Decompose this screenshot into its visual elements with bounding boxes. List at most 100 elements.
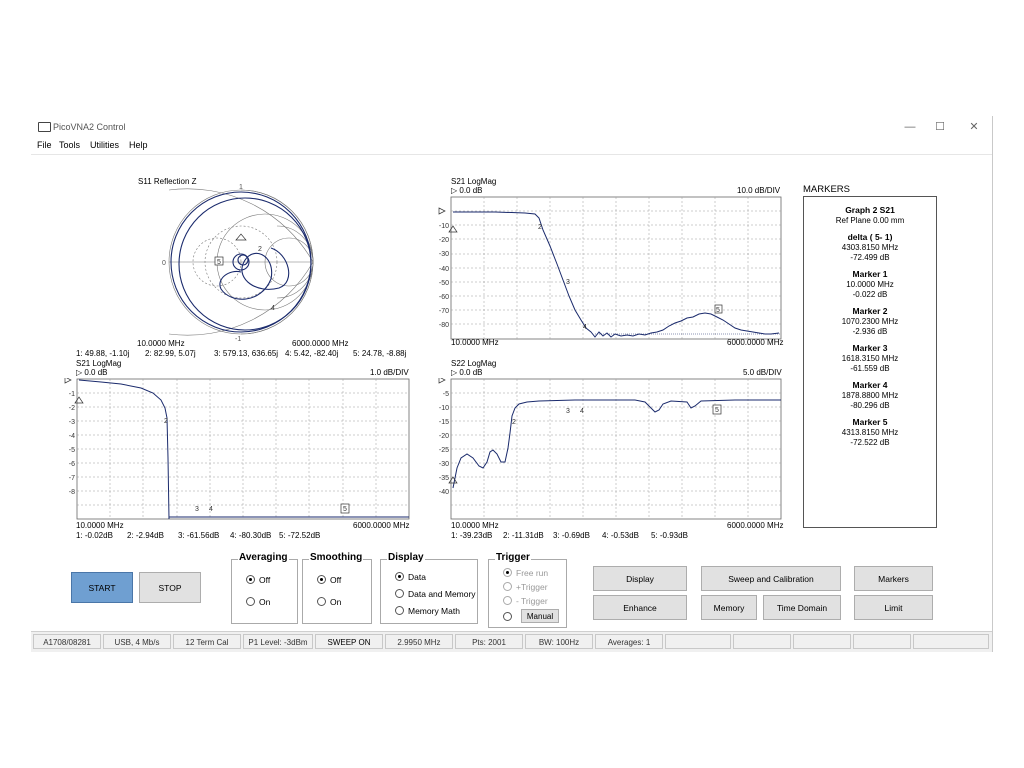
minimize-button[interactable]: — <box>899 119 921 135</box>
display-memory-math-label: Memory Math <box>408 606 460 616</box>
s22-ytick-3: -15 <box>439 419 449 426</box>
trigger-free-run-label: Free run <box>516 568 549 578</box>
s21-top-ytick-1: -10 <box>439 223 449 230</box>
s22-plot[interactable]: -5 -10 -15 -20 -25 -30 -35 -40 2 3 4 5 <box>435 378 783 522</box>
s21-top-ytick-7: -70 <box>439 308 449 315</box>
menu-separator <box>31 154 992 155</box>
manual-trigger-button[interactable]: Manual <box>521 609 559 623</box>
radio-icon <box>395 589 404 598</box>
smoothing-group: Smoothing Off On <box>302 552 372 624</box>
smith-readout-5: 5: 24.78, -8.88j <box>353 349 407 358</box>
display-button[interactable]: Display <box>593 566 687 591</box>
app-window: PicoVNA2 Control — ☐ ✕ File Tools Utilit… <box>31 116 993 652</box>
markers-panel: Graph 2 S21 Ref Plane 0.00 mm delta ( 5-… <box>803 196 937 528</box>
s21-top-ytick-6: -60 <box>439 294 449 301</box>
start-button[interactable]: START <box>71 572 133 603</box>
status-bar: A1708/08281 USB, 4 Mb/s 12 Term Cal P1 L… <box>31 631 992 652</box>
s21-bottom-ytick-8: -8 <box>69 489 75 496</box>
s22-title: S22 LogMag <box>451 359 497 368</box>
menu-help[interactable]: Help <box>129 140 148 150</box>
svg-text:2: 2 <box>538 224 542 231</box>
status-sweep: SWEEP ON <box>315 634 383 649</box>
smith-readout-3: 3: 579.13, 636.65j <box>214 349 279 358</box>
display-data-memory-label: Data and Memory <box>408 589 476 599</box>
display-data-memory-radio[interactable]: Data and Memory <box>395 589 476 599</box>
s21-top-plot[interactable]: -10 -20 -30 -40 -50 -60 -70 -80 2 3 4 5 <box>435 196 783 344</box>
enhance-button[interactable]: Enhance <box>593 595 687 620</box>
radio-selected-icon <box>246 575 255 584</box>
trigger-minus-radio[interactable]: - Trigger <box>503 596 548 606</box>
radio-icon <box>503 582 512 591</box>
status-usb: USB, 4 Mb/s <box>103 634 171 649</box>
trigger-title: Trigger <box>495 552 531 563</box>
marker-3-val: -61.559 dB <box>850 364 890 373</box>
s22-ytick-5: -25 <box>439 447 449 454</box>
svg-text:5: 5 <box>715 407 719 414</box>
smith-label-left: 0 <box>162 260 166 267</box>
smith-start: 10.0000 MHz <box>137 339 185 348</box>
title-bar: PicoVNA2 Control — ☐ ✕ <box>31 116 992 138</box>
averaging-title: Averaging <box>238 552 289 563</box>
s22-ytick-6: -30 <box>439 461 449 468</box>
menu-tools[interactable]: Tools <box>59 140 80 150</box>
svg-text:4: 4 <box>580 408 584 415</box>
status-empty-4 <box>853 634 911 649</box>
s22-readout-3: 3: -0.69dB <box>553 531 590 540</box>
s22-div: 5.0 dB/DIV <box>743 368 782 377</box>
smoothing-off-radio[interactable]: Off <box>317 575 341 585</box>
close-button[interactable]: ✕ <box>963 119 985 135</box>
status-empty-2 <box>733 634 791 649</box>
radio-selected-icon <box>317 575 326 584</box>
smoothing-title: Smoothing <box>309 552 364 563</box>
radio-icon <box>503 612 512 621</box>
trigger-plus-radio[interactable]: +Trigger <box>503 582 548 592</box>
sweep-calibration-button[interactable]: Sweep and Calibration <box>701 566 841 591</box>
smith-label-top: 1 <box>239 184 243 191</box>
s21-top-ref: ▷ 0.0 dB <box>451 186 483 195</box>
marker-4-val: -80.296 dB <box>850 401 890 410</box>
s21-bottom-plot[interactable]: -1 -2 -3 -4 -5 -6 -7 -8 2 3 4 5 <box>61 378 411 522</box>
status-empty-3 <box>793 634 851 649</box>
menu-utilities[interactable]: Utilities <box>90 140 119 150</box>
smoothing-on-label: On <box>330 597 342 607</box>
svg-text:3: 3 <box>566 408 570 415</box>
memory-button[interactable]: Memory <box>701 595 757 620</box>
radio-selected-icon <box>503 568 512 577</box>
limit-button[interactable]: Limit <box>854 595 933 620</box>
time-domain-button[interactable]: Time Domain <box>763 595 841 620</box>
marker-3-name: Marker 3 <box>852 343 888 353</box>
svg-text:3: 3 <box>195 506 199 513</box>
display-title: Display <box>387 552 425 563</box>
display-data-radio[interactable]: Data <box>395 572 426 582</box>
s22-stop: 6000.0000 MHz <box>727 521 784 530</box>
smoothing-on-radio[interactable]: On <box>317 597 341 607</box>
s21-bottom-ref: ▷ 0.0 dB <box>76 368 108 377</box>
s21-bottom-readout-4: 4: -80.30dB <box>230 531 272 540</box>
s21-bottom-title: S21 LogMag <box>76 359 122 368</box>
averaging-off-radio[interactable]: Off <box>246 575 270 585</box>
smith-marker-4: 4 <box>271 305 275 312</box>
marker-delta-freq: 4303.8150 MHz <box>841 243 899 252</box>
marker-2-name: Marker 2 <box>852 306 888 316</box>
window-title: PicoVNA2 Control <box>53 122 126 132</box>
stop-button[interactable]: STOP <box>139 572 201 603</box>
display-memory-math-radio[interactable]: Memory Math <box>395 606 460 616</box>
markers-heading: MARKERS <box>803 184 850 195</box>
display-data-label: Data <box>408 572 426 582</box>
s21-bottom-ytick-1: -1 <box>69 391 75 398</box>
s21-top-ytick-5: -50 <box>439 280 449 287</box>
averaging-group: Averaging Off On <box>231 552 298 624</box>
smith-chart[interactable]: 1 -1 0 2 4 5 <box>161 184 321 342</box>
display-group: Display Data Data and Memory Memory Math <box>380 552 478 624</box>
s21-top-stop: 6000.0000 MHz <box>727 338 784 347</box>
trigger-free-run-radio[interactable]: Free run <box>503 568 548 578</box>
trigger-manual-radio[interactable] <box>503 612 516 622</box>
app-icon <box>38 122 51 132</box>
marker-4-name: Marker 4 <box>852 380 888 390</box>
smith-readout-4: 4: 5.42, -82.40j <box>285 349 339 358</box>
maximize-button[interactable]: ☐ <box>929 119 951 135</box>
markers-button[interactable]: Markers <box>854 566 933 591</box>
averaging-on-radio[interactable]: On <box>246 597 270 607</box>
menu-file[interactable]: File <box>37 140 52 150</box>
s22-ytick-8: -40 <box>439 489 449 496</box>
